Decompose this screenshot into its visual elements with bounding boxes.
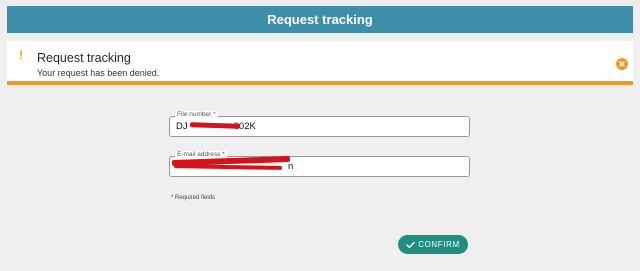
redaction-mark xyxy=(173,164,283,170)
alert-banner: ! Request tracking Your request has been… xyxy=(7,41,633,85)
file-number-field[interactable]: File number * DJ 002K xyxy=(169,111,470,137)
confirm-button[interactable]: CONFIRM xyxy=(398,235,468,254)
email-value: n xyxy=(288,161,293,172)
close-icon xyxy=(619,61,625,67)
file-number-label: File number * xyxy=(175,111,218,119)
exclamation-icon: ! xyxy=(19,48,23,62)
alert-title: Request tracking xyxy=(37,51,131,65)
page-title: Request tracking xyxy=(267,12,373,27)
close-circle-icon[interactable] xyxy=(616,58,628,70)
email-field[interactable]: E-mail address * n xyxy=(169,151,470,177)
check-icon xyxy=(406,241,415,248)
confirm-label: CONFIRM xyxy=(418,240,460,249)
required-fields-note: * Required fields xyxy=(171,195,216,201)
alert-message: Your request has been denied. xyxy=(37,68,160,78)
email-value-suffix: n xyxy=(288,161,294,172)
page-header: Request tracking xyxy=(7,6,633,33)
file-number-value-prefix: DJ xyxy=(176,121,188,132)
